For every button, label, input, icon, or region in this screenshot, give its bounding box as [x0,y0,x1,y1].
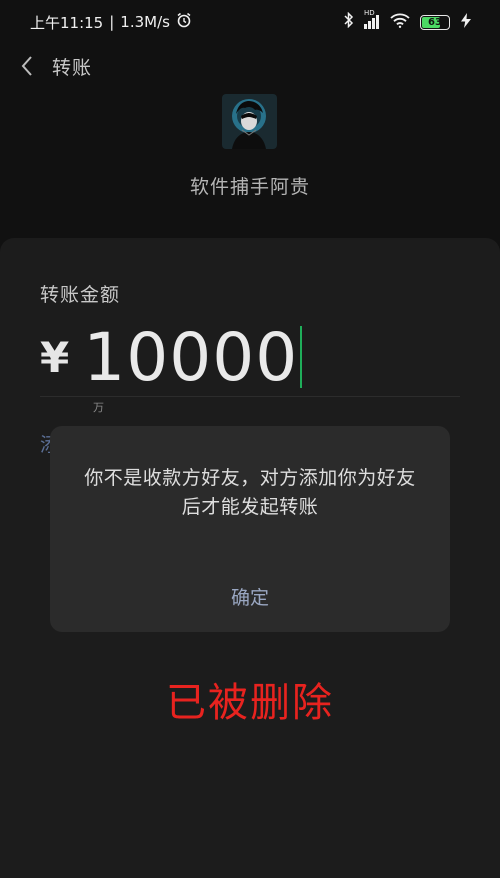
status-bar: 上午11:15 | 1.3M/s HD 63 [0,0,500,44]
amount-value: 10000 [83,318,299,396]
status-time: 上午11:15 [30,13,104,32]
payee-name: 软件捕手阿贵 [189,176,310,198]
battery-icon: 63 [420,14,450,30]
signal-icon: HD [364,9,380,29]
back-button[interactable] [12,51,42,81]
status-left: 上午11:15 | 1.3M/s [30,12,192,33]
bluetooth-icon [344,11,354,32]
battery-level: 63 [428,16,442,28]
network-speed: 1.3M/s [120,13,170,31]
status-right: HD 63 [344,9,472,32]
wifi-icon [390,13,410,32]
chevron-left-icon [21,56,32,76]
dialog-message: 你不是收款方好友，对方添加你为好友后才能发起转账 [84,467,416,518]
amount-underline [40,396,460,397]
amount-input[interactable]: ¥ 10000 [40,319,303,396]
status-separator: | [109,13,115,31]
deleted-annotation: 已被删除 [166,680,334,726]
avatar[interactable] [222,94,277,149]
confirm-button[interactable]: 确定 [50,576,450,620]
unit-hint: 万 [93,401,104,414]
charging-icon [460,12,472,32]
payee-avatar-image [222,94,277,149]
currency-symbol: ¥ [40,332,70,382]
text-cursor [300,326,303,388]
signal-hd-label: HD [364,9,375,17]
alert-dialog: 你不是收款方好友，对方添加你为好友后才能发起转账 确定 [50,426,450,632]
top-nav-bar: 转账 [0,44,500,88]
alarm-icon [176,12,192,32]
page-title: 转账 [52,56,93,79]
amount-label: 转账金额 [40,284,121,306]
